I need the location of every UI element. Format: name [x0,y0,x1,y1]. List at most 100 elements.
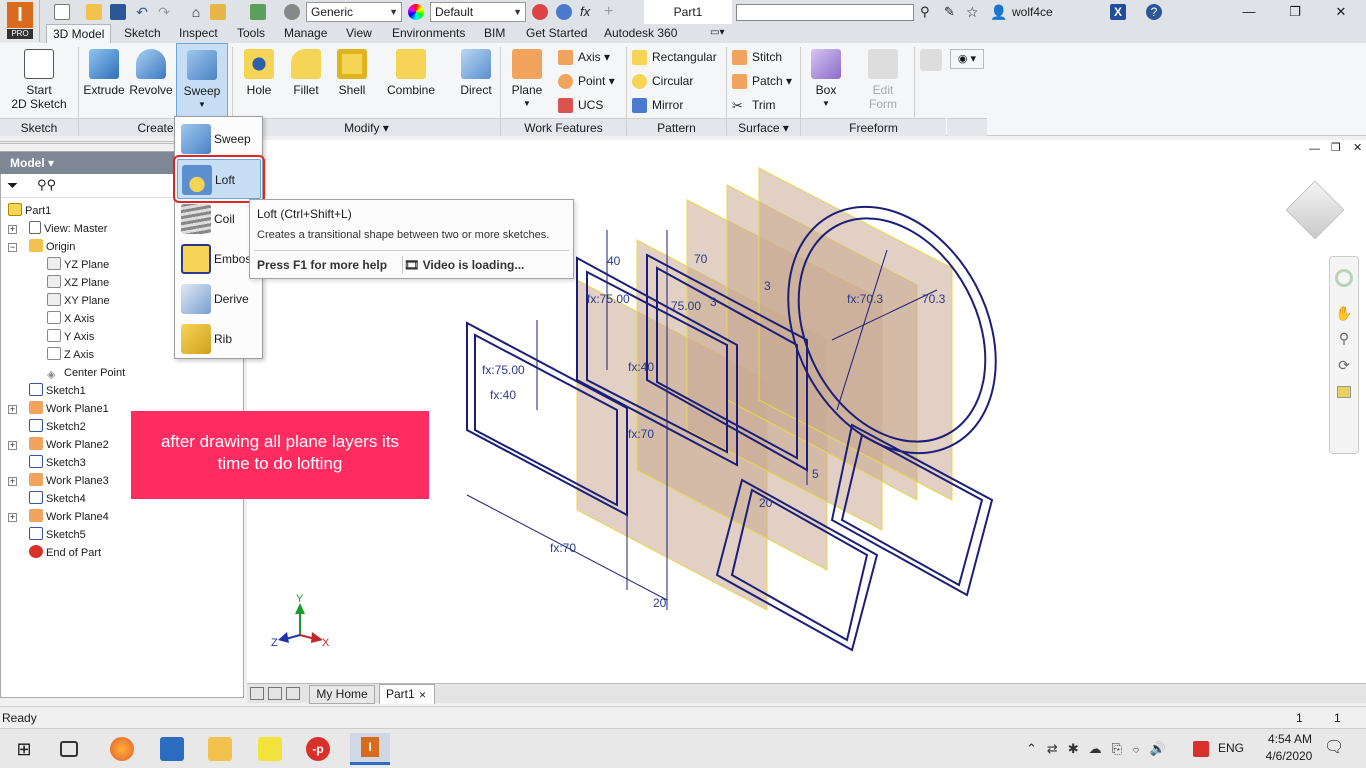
zoom-icon[interactable]: ⚲ [1330,330,1358,347]
menu-item-derive[interactable]: Derive [177,279,261,319]
start-2d-sketch-button[interactable]: Start 2D Sketch [4,43,74,117]
tab-tools[interactable]: Tools [231,24,271,43]
home-icon[interactable]: ⌂ [188,4,204,20]
key-icon[interactable]: ✎ [944,4,960,20]
application-menu-button[interactable]: I PRO [0,0,40,42]
tree-item-end-of-part[interactable]: End of Part [29,544,101,562]
group-label-surface[interactable]: Surface ▾ [727,118,800,136]
extrude-button[interactable]: Extrude [82,43,126,117]
ribbon-options-icon[interactable]: ▭▾ [704,24,730,43]
restore-button[interactable]: ❐ [1272,0,1318,24]
plus-icon[interactable]: + [604,4,620,20]
steering-wheel-icon[interactable] [1335,269,1353,287]
group-label-modify[interactable]: Modify ▾ [233,118,500,136]
point-button[interactable]: Point ▾ [556,71,622,91]
pan-icon[interactable]: ✋ [1330,305,1358,322]
tree-item-center-point[interactable]: ◈ Center Point [47,364,125,382]
tree-item-sketch3[interactable]: Sketch3 [29,454,86,472]
expand-icon[interactable]: + [8,441,17,450]
tree-item-y-axis[interactable]: Y Axis [47,328,94,346]
select-icon[interactable] [250,4,266,20]
tree-item-sketch4[interactable]: Sketch4 [29,490,86,508]
tab-bim[interactable]: BIM [478,24,511,43]
sweep-button[interactable]: Sweep ▼ [176,43,228,117]
tile-view-icon[interactable] [250,687,264,700]
look-at-icon[interactable] [1337,386,1351,398]
star-icon[interactable]: ☆ [966,4,982,20]
direct-button[interactable]: Direct [454,43,498,117]
tab-view[interactable]: View [340,24,378,43]
inventor-taskbar-icon[interactable]: I [350,733,390,765]
file-explorer-icon[interactable] [208,737,232,761]
clock-date[interactable]: 4/6/2020 [1258,749,1320,763]
tree-item-xy-plane[interactable]: XY Plane [47,292,110,310]
expand-icon[interactable]: + [8,477,17,486]
tree-item-xz-plane[interactable]: XZ Plane [47,274,109,292]
redo-icon[interactable]: ↷ [156,4,172,20]
adjust-icon[interactable] [532,4,548,20]
tab-manage[interactable]: Manage [278,24,333,43]
mail-icon[interactable] [160,737,184,761]
circular-button[interactable]: Circular [630,71,702,91]
undo-icon[interactable]: ↶ [134,4,150,20]
clear-icon[interactable] [556,4,572,20]
expand-icon[interactable]: + [8,513,17,522]
tree-item-sketch2[interactable]: Sketch2 [29,418,86,436]
viewport-close-icon[interactable]: ✕ [1353,141,1362,154]
appearance-combo[interactable]: Default ▼ [430,2,526,22]
ribbon-dropdown-icon[interactable]: ◉ ▾ [950,49,984,69]
fillet-button[interactable]: Fillet [284,43,328,117]
minimize-button[interactable]: — [1226,0,1272,24]
appearance-icon[interactable] [408,4,424,20]
firefox-icon[interactable] [110,737,134,761]
help-icon[interactable]: ? [1146,4,1162,20]
tab-sketch[interactable]: Sketch [118,24,167,43]
doc-tab-my-home[interactable]: My Home [309,685,375,704]
expand-icon[interactable]: + [8,405,17,414]
plane-button[interactable]: Plane ▼ [504,43,550,117]
clock-time[interactable]: 4:54 AM [1262,732,1318,746]
tree-item-part1[interactable]: Part1 [8,202,51,220]
collapse-icon[interactable]: − [8,243,17,252]
tree-item-work-plane4[interactable]: Work Plane4 [29,508,109,526]
update-icon[interactable] [210,4,226,20]
close-icon[interactable]: ✕ [419,690,427,700]
tree-item-x-axis[interactable]: X Axis [47,310,95,328]
box-button[interactable]: Box ▼ [806,43,846,117]
material-combo[interactable]: Generic ▼ [306,2,402,22]
mirror-button[interactable]: Mirror [630,95,696,115]
windows-start-icon[interactable]: ⊞ [12,737,36,761]
menu-item-loft[interactable]: Loft [173,155,265,203]
save-icon[interactable] [110,4,126,20]
axis-button[interactable]: Axis ▾ [556,47,620,67]
trim-button[interactable]: ✂ Trim [730,95,786,115]
ucs-button[interactable]: UCS [556,95,616,115]
open-folder-icon[interactable] [86,4,102,20]
language-indicator[interactable]: ENG [1218,741,1244,755]
search-input[interactable] [736,4,914,21]
tree-item-yz-plane[interactable]: YZ Plane [47,256,109,274]
list-view-icon[interactable] [286,687,300,700]
binoculars-icon[interactable]: ⚲⚲ [37,177,56,193]
tree-item-sketch1[interactable]: Sketch1 [29,382,86,400]
tree-item-origin[interactable]: Origin [29,238,75,256]
exchange-icon[interactable]: X [1110,4,1126,20]
tab-environments[interactable]: Environments [386,24,471,43]
notification-icon[interactable]: 🗨 [1324,737,1344,757]
tab-inspect[interactable]: Inspect [173,24,224,43]
tree-item-work-plane3[interactable]: Work Plane3 [29,472,109,490]
tree-item-sketch5[interactable]: Sketch5 [29,526,86,544]
doc-tab-part1[interactable]: Part1 ✕ [379,684,435,704]
binoculars-icon[interactable]: ⚲ [920,4,936,20]
filter-icon[interactable]: ⏷ [7,177,18,194]
tree-item-z-axis[interactable]: Z Axis [47,346,94,364]
tray-icons[interactable]: ⌃⇄✱☁⎘⌔🔊 [1026,741,1176,757]
orbit-icon[interactable]: ⟳ [1330,357,1358,374]
rectangular-button[interactable]: Rectangular [630,47,722,67]
tab-3d-model[interactable]: 3D Model [46,24,112,43]
tab-autodesk-360[interactable]: Autodesk 360 [598,24,683,43]
menu-item-rib[interactable]: Rib [177,319,261,359]
expand-icon[interactable]: + [8,225,17,234]
shell-button[interactable]: Shell [330,43,374,117]
material-icon[interactable] [284,4,300,20]
